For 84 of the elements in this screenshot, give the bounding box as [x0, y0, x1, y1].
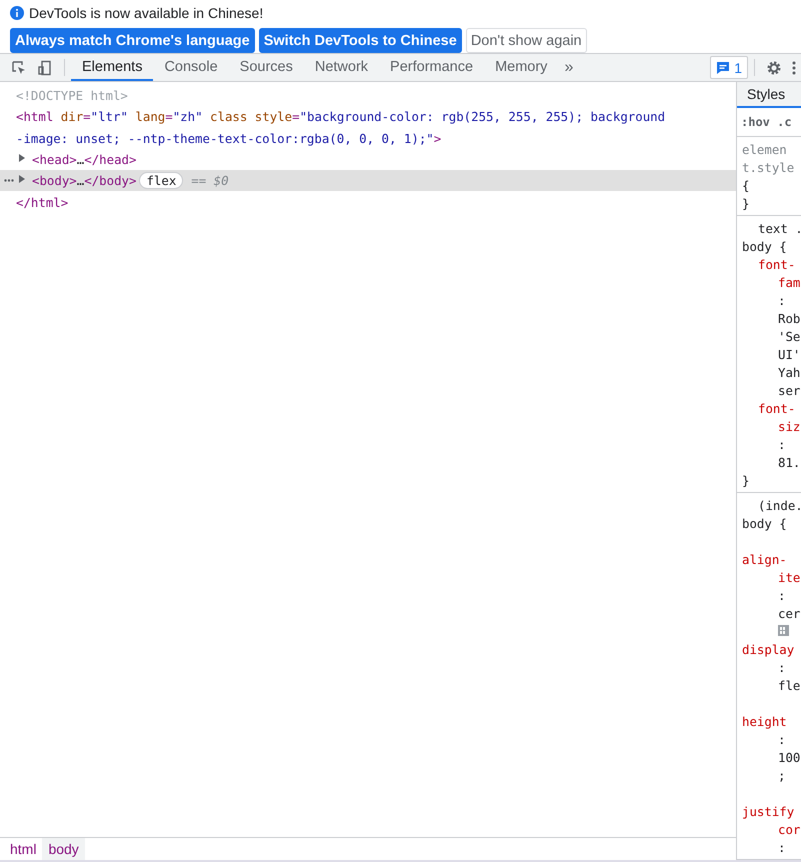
code-token: = — [83, 109, 91, 124]
code-token: = — [165, 109, 173, 124]
style-text: : — [778, 293, 786, 308]
code-token: … — [76, 173, 84, 188]
style-text: : — [778, 437, 786, 452]
style-text: text . — [758, 221, 801, 236]
style-text: : — [778, 588, 786, 603]
expand-triangle-icon[interactable] — [19, 154, 25, 162]
style-text: : — [778, 660, 786, 675]
style-text: body { — [742, 239, 787, 254]
panel-tab[interactable]: Network — [304, 54, 380, 81]
style-text: height — [742, 714, 787, 729]
panel-tab[interactable]: Sources — [228, 54, 304, 81]
code-token: <!DOCTYPE html> — [16, 88, 128, 104]
code-token: </head> — [84, 152, 136, 168]
issues-button[interactable]: 1 — [710, 56, 748, 79]
dom-node-line[interactable]: -image: unset; --ntp-theme-text-color:rgba(0, 0, 0, 1);"> — [0, 128, 736, 149]
code-token: <head> — [32, 152, 77, 168]
code-token: lang — [134, 109, 166, 124]
flex-editor-icon[interactable] — [778, 625, 789, 636]
code-token: <body> — [32, 173, 77, 188]
code-token: … — [76, 152, 84, 168]
dom-node-line[interactable]: <html dir="ltr" lang="zh" class style="background-color: rgb(255, 255, 255); background — [0, 106, 736, 128]
breadcrumb[interactable]: html — [4, 838, 42, 860]
message-icon — [716, 60, 730, 74]
style-text: Rob — [778, 311, 800, 326]
style-text: UI' — [778, 347, 800, 362]
code-token: "background-color: rgb(255, 255, 255); background — [300, 109, 666, 124]
breadcrumb[interactable]: body — [42, 838, 85, 860]
style-text: cor — [778, 822, 800, 837]
code-token: "ltr" — [90, 109, 128, 124]
panel-tab[interactable]: Elements — [71, 54, 154, 81]
ellipsis-icon — [4, 179, 14, 182]
style-text: ite — [778, 570, 800, 585]
style-text: Yah — [778, 365, 800, 380]
style-text: } — [742, 196, 750, 211]
info-icon — [10, 6, 24, 20]
styles-tab[interactable]: Styles — [737, 82, 801, 108]
code-token: </body> — [84, 173, 136, 188]
filter-toggles[interactable]: :hov .c — [741, 115, 792, 129]
info-message: DevTools is now available in Chinese! — [29, 5, 264, 21]
more-tabs-button[interactable]: » — [558, 54, 580, 81]
style-text: font- — [758, 257, 796, 272]
style-text: siz — [778, 419, 800, 434]
dismiss-button[interactable]: Don't show again — [466, 28, 587, 53]
style-text: 81. — [778, 455, 800, 470]
panel-tab[interactable]: Performance — [379, 54, 484, 81]
primary-button[interactable]: Always match Chrome's language — [10, 28, 255, 53]
primary-button[interactable]: Switch DevTools to Chinese — [258, 28, 462, 53]
code-token: > — [434, 130, 442, 146]
style-text: 100 — [778, 750, 800, 765]
style-text: ; — [778, 768, 786, 783]
code-token: "zh" — [172, 109, 203, 124]
code-token: -image: unset; --ntp-theme-text-color:rgba(0, 0, 0, 1);" — [16, 130, 434, 146]
code-token: style — [254, 109, 292, 124]
code-token: class — [209, 109, 248, 124]
style-text: ser — [778, 383, 800, 398]
style-text: body { — [742, 516, 787, 531]
code-token: </html> — [16, 194, 68, 210]
style-text: 'Se — [778, 329, 800, 344]
selected-node-hint: == $0 — [191, 173, 229, 188]
style-text: display — [742, 642, 794, 657]
style-text: elemen — [742, 142, 787, 157]
style-text: (inde. — [758, 498, 801, 513]
style-text: fam — [778, 275, 800, 290]
panel-tab[interactable]: Console — [153, 54, 229, 81]
style-text: : — [778, 840, 786, 855]
code-token: <html — [16, 109, 54, 124]
dom-node-line[interactable]: <head>…</head> — [0, 148, 736, 170]
code-token: = — [292, 109, 300, 124]
dom-node-line[interactable]: </html> — [0, 191, 736, 213]
style-text: font- — [758, 401, 796, 416]
style-text: { — [742, 178, 750, 193]
style-text: fle — [778, 678, 800, 693]
style-text: : — [778, 732, 786, 747]
expand-triangle-icon[interactable] — [19, 175, 25, 184]
style-text: } — [742, 473, 750, 488]
style-text: cer — [778, 606, 800, 621]
style-text: align- — [742, 552, 787, 567]
style-text: justify — [742, 804, 794, 819]
code-token: dir — [60, 109, 84, 124]
panel-tab[interactable]: Memory — [484, 54, 558, 81]
style-text: t.style — [742, 160, 794, 175]
flex-badge[interactable]: flex — [139, 172, 184, 190]
